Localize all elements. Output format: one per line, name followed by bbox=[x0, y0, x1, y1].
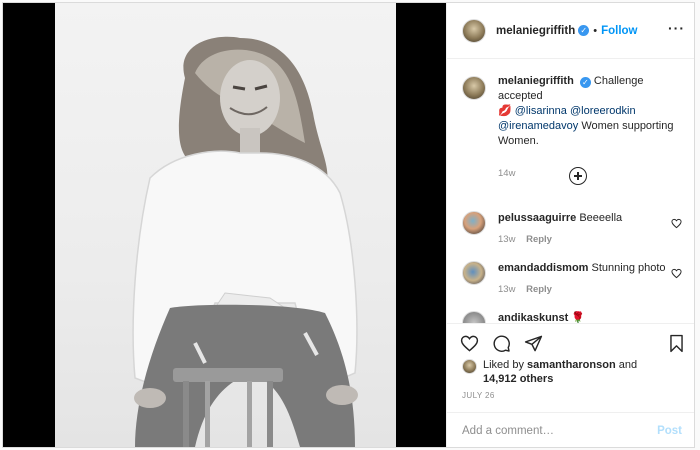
comment-username[interactable]: pelussaaguirre bbox=[498, 212, 576, 224]
caption-username[interactable]: melaniegriffith bbox=[498, 75, 574, 87]
comment-bubble-icon[interactable] bbox=[492, 334, 511, 353]
post-header: melaniegriffith ✓ • Follow ··· bbox=[447, 3, 694, 59]
post-photo[interactable] bbox=[55, 3, 396, 447]
likes-summary: Liked by samantharonson and 14,912 other… bbox=[462, 358, 637, 386]
comment-text: Beeeella bbox=[579, 212, 623, 224]
more-dots-icon[interactable]: ··· bbox=[668, 21, 685, 35]
caption-time[interactable]: 14w bbox=[498, 166, 684, 181]
post-date[interactable]: JULY 26 bbox=[462, 391, 495, 400]
liked-by-prefix: Liked by bbox=[483, 359, 524, 371]
comment-item: andikaskunst 🌹 bbox=[462, 311, 692, 323]
save-button[interactable] bbox=[668, 334, 685, 353]
verified-badge-icon: ✓ bbox=[578, 25, 590, 36]
like-heart-icon[interactable] bbox=[460, 334, 479, 353]
load-more-comments-icon[interactable] bbox=[569, 167, 587, 185]
reply-button[interactable]: Reply bbox=[526, 284, 552, 295]
action-icons bbox=[460, 334, 543, 353]
actions-section: Liked by samantharonson and 14,912 other… bbox=[447, 323, 694, 447]
comments-scroll-area[interactable]: melaniegriffith ✓ Challenge accepted 💋 @… bbox=[447, 60, 694, 323]
post-comment-button[interactable]: Post bbox=[657, 425, 682, 437]
comment-time[interactable]: 13w bbox=[498, 234, 515, 245]
comment-username[interactable]: emandaddismom bbox=[498, 262, 588, 274]
separator-dot: • bbox=[593, 24, 598, 37]
post-modal: melaniegriffith ✓ • Follow ··· melaniegr… bbox=[2, 2, 695, 448]
add-comment-bar: Post bbox=[447, 412, 694, 447]
avatar[interactable] bbox=[462, 18, 486, 43]
avatar[interactable] bbox=[462, 261, 486, 285]
mention-link[interactable]: @irenamedavoy bbox=[498, 120, 578, 132]
caption: melaniegriffith ✓ Challenge accepted 💋 @… bbox=[462, 74, 684, 181]
photo-illustration bbox=[132, 36, 358, 447]
verified-badge-icon: ✓ bbox=[579, 77, 591, 88]
comment-username[interactable]: andikaskunst bbox=[498, 312, 568, 323]
avatar[interactable] bbox=[462, 211, 486, 235]
likes-count[interactable]: 14,912 others bbox=[483, 373, 553, 385]
add-comment-input[interactable] bbox=[462, 424, 658, 437]
comment-item: pelussaaguirre Beeeella 13w Reply bbox=[462, 211, 692, 245]
liker-username[interactable]: samantharonson bbox=[527, 359, 616, 371]
kiss-emoji: 💋 bbox=[498, 105, 512, 117]
comment-text: 🌹 bbox=[571, 312, 586, 323]
caption-text: melaniegriffith ✓ Challenge accepted 💋 @… bbox=[498, 74, 684, 181]
photo-column bbox=[3, 3, 446, 447]
reply-button[interactable]: Reply bbox=[526, 234, 552, 245]
avatar[interactable] bbox=[462, 359, 477, 374]
follow-button[interactable]: Follow bbox=[601, 25, 637, 37]
mention-link[interactable]: @loreerodkin bbox=[570, 105, 636, 117]
post-sidebar: melaniegriffith ✓ • Follow ··· melaniegr… bbox=[446, 3, 694, 447]
avatar[interactable] bbox=[462, 311, 486, 323]
mention-link[interactable]: @lisarinna bbox=[515, 105, 567, 117]
page: melaniegriffith ✓ • Follow ··· melaniegr… bbox=[0, 0, 700, 450]
header-username[interactable]: melaniegriffith bbox=[496, 25, 575, 37]
like-comment-heart-icon[interactable] bbox=[671, 268, 682, 279]
bookmark-icon[interactable] bbox=[668, 334, 685, 353]
comment-time[interactable]: 13w bbox=[498, 284, 515, 295]
comment-text: Stunning photo bbox=[591, 262, 666, 274]
comment-item: emandaddismom Stunning photo 13w Reply bbox=[462, 261, 692, 295]
share-paper-plane-icon[interactable] bbox=[524, 334, 543, 353]
avatar[interactable] bbox=[462, 76, 486, 100]
like-comment-heart-icon[interactable] bbox=[671, 218, 682, 229]
liked-by-and: and bbox=[618, 359, 638, 371]
